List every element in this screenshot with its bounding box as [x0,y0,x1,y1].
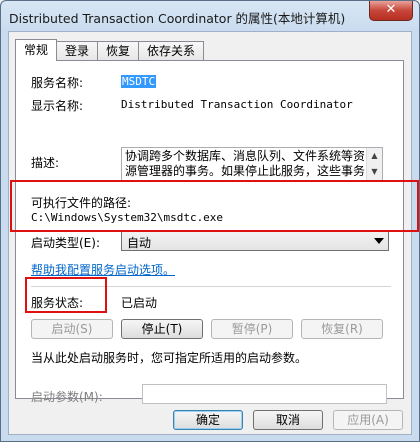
startup-type-value: 自动 [127,236,152,250]
description-box[interactable]: 协调跨多个数据库、消息队列、文件系统等资源管理器的事务。如果停止此服务，这些事务… [121,147,383,181]
tab-logon[interactable]: 登录 [56,41,99,61]
description-label: 描述: [31,156,60,170]
start-params-input[interactable] [142,384,387,404]
tab-recovery[interactable]: 恢复 [97,41,140,61]
tab-general[interactable]: 常规 [15,39,58,61]
service-name-value[interactable]: MSDTC [121,75,157,88]
cancel-button[interactable]: 取消 [253,410,323,430]
tab-strip: 常规 登录 恢复 依存关系 [15,39,205,61]
exe-path-label: 可执行文件的路径: [31,196,132,210]
display-name-value[interactable]: Distributed Transaction Coordinator [121,98,353,111]
service-name-label: 服务名称: [31,76,84,90]
general-panel: 服务名称: MSDTC 显示名称: Distributed Transactio… [15,60,404,404]
scroll-up-icon[interactable]: ▲ [367,148,382,164]
help-configure-link[interactable]: 帮助我配置服务启动选项。 [31,261,175,278]
dialog-client: 常规 登录 恢复 依存关系 服务名称: MSDTC 显示名称: Distribu… [8,31,412,435]
hint-text: 当从此处启动服务时，您可指定所适用的启动参数。 [31,351,308,365]
description-text: 协调跨多个数据库、消息队列、文件系统等资源管理器的事务。如果停止此服务，这些事务 [125,149,366,178]
startup-type-select[interactable]: 自动 [121,231,389,251]
apply-button[interactable]: 应用(A) [333,410,403,430]
properties-window: Distributed Transaction Coordinator 的属性(… [0,0,420,442]
tab-dependencies[interactable]: 依存关系 [138,41,205,61]
exe-path-value[interactable]: C:\Windows\System32\msdtc.exe [31,211,223,224]
pause-button[interactable]: 暂停(P) [211,319,293,339]
chevron-down-icon [374,238,384,244]
service-status-label: 服务状态: [31,296,84,310]
title-bar[interactable]: Distributed Transaction Coordinator 的属性(… [1,1,419,31]
stop-button[interactable]: 停止(T) [121,319,203,339]
close-icon: ✕ [385,2,397,17]
service-status-value: 已启动 [121,296,158,310]
startup-type-label: 启动类型(E): [31,236,100,250]
resume-button[interactable]: 恢复(R) [301,319,383,339]
divider [31,286,391,287]
description-scrollbar[interactable]: ▲ ▼ [366,148,382,180]
ok-button[interactable]: 确定 [173,410,243,430]
display-name-label: 显示名称: [31,99,84,113]
start-button[interactable]: 启动(S) [31,319,113,339]
scroll-down-icon[interactable]: ▼ [367,164,382,180]
start-params-label: 启动参数(M): [31,390,103,404]
window-title: Distributed Transaction Coordinator 的属性(… [9,11,346,26]
close-button[interactable]: ✕ [369,1,413,21]
